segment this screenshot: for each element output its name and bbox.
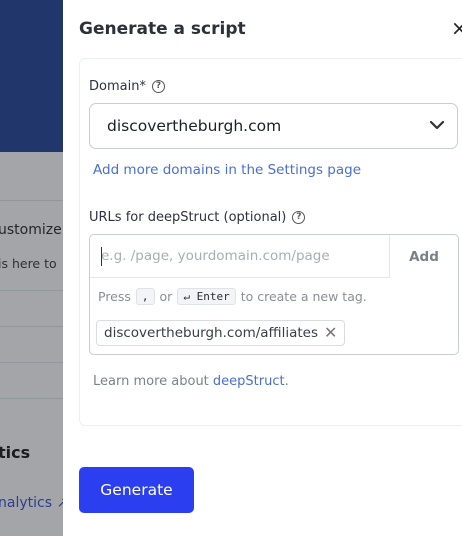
deepstruct-link[interactable]: deepStruct <box>213 374 285 389</box>
drawer-title: Generate a script <box>79 19 246 39</box>
hint-key-comma: , <box>135 288 155 305</box>
domain-select-value: discovertheburgh.com <box>107 117 282 135</box>
generate-button[interactable]: Generate <box>79 467 194 513</box>
hint-or: or <box>159 289 173 304</box>
hint-suffix: to create a new tag. <box>240 289 367 304</box>
learn-more-text: Learn more about deepStruct. <box>93 374 289 389</box>
tag-hint: Press , or ↵ Enter to create a new tag. <box>98 288 367 305</box>
url-tag-label: discovertheburgh.com/affiliates <box>104 325 319 341</box>
url-input[interactable] <box>90 235 390 278</box>
generate-script-drawer: Generate a script × Domain* ? discoverth… <box>63 0 462 536</box>
script-form-card: Domain* ? discovertheburgh.com Add more … <box>79 58 462 426</box>
chevron-down-icon <box>429 120 445 130</box>
learn-prefix: Learn more about <box>93 374 213 389</box>
hint-press: Press <box>98 289 131 304</box>
text-caret <box>101 247 102 266</box>
hint-key-enter: ↵ Enter <box>177 288 236 305</box>
settings-page-link[interactable]: Add more domains in the Settings page <box>93 162 361 178</box>
url-tag-input-box: Add Press , or ↵ Enter to create a new t… <box>89 234 459 355</box>
domain-label: Domain* ? <box>89 79 165 94</box>
domain-label-text: Domain* <box>89 79 146 94</box>
help-icon[interactable]: ? <box>151 80 165 93</box>
urls-label-text: URLs for deepStruct (optional) <box>89 210 287 225</box>
learn-suffix: . <box>284 374 289 389</box>
domain-select[interactable]: discovertheburgh.com <box>89 103 458 149</box>
add-url-button[interactable]: Add <box>390 235 458 278</box>
url-tag: discovertheburgh.com/affiliates ✕ <box>96 320 346 346</box>
remove-tag-icon[interactable]: ✕ <box>324 325 337 341</box>
close-icon[interactable]: × <box>451 17 462 39</box>
urls-label: URLs for deepStruct (optional) ? <box>89 210 306 225</box>
help-icon[interactable]: ? <box>292 211 306 224</box>
